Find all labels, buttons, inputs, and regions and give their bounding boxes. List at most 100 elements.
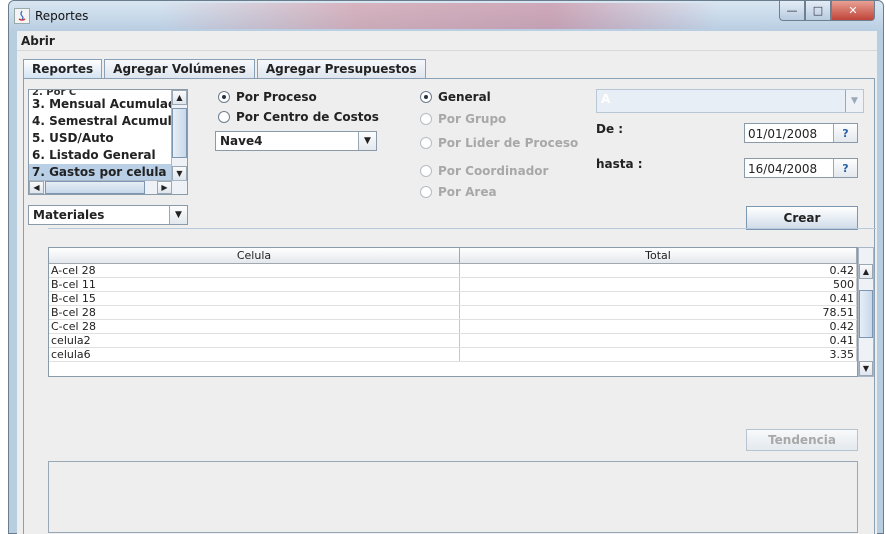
java-icon (14, 8, 30, 24)
radio-por-area[interactable]: Por Area (420, 184, 497, 200)
hasta-date-field[interactable]: 16/04/2008 ? (744, 158, 858, 178)
radio-icon (420, 137, 432, 149)
chevron-down-icon[interactable]: ▼ (169, 206, 187, 224)
scroll-thumb[interactable] (172, 108, 187, 158)
list-item[interactable]: 6. Listado General (29, 147, 187, 164)
radio-por-lider-proceso[interactable]: Por Lider de Proceso (420, 135, 578, 151)
cell-celula: B-cel 15 (49, 292, 460, 305)
minimize-icon: — (786, 4, 798, 17)
list-item[interactable]: 3. Mensual Acumulado (29, 96, 187, 113)
radio-por-grupo[interactable]: Por Grupo (420, 111, 506, 127)
menu-bar: Abrir (17, 31, 877, 51)
table-row[interactable]: celula2 0.41 (49, 334, 857, 348)
table-row[interactable]: B-cel 28 78.51 (49, 306, 857, 320)
table-row[interactable]: celula6 3.35 (49, 348, 857, 362)
scroll-down-icon[interactable]: ▼ (859, 361, 873, 376)
maximize-icon: □ (812, 4, 824, 17)
list-item-selected[interactable]: 7. Gastos por celula (29, 164, 187, 181)
date-picker-icon[interactable]: ? (833, 159, 857, 177)
cell-celula: celula6 (49, 348, 460, 361)
hasta-label: hasta : (596, 157, 643, 171)
list-item[interactable]: 5. USD/Auto (29, 130, 187, 147)
scroll-up-icon[interactable]: ▲ (172, 90, 187, 105)
radio-label: Por Area (438, 185, 497, 199)
table-row[interactable]: B-cel 15 0.41 (49, 292, 857, 306)
radio-icon (218, 111, 230, 123)
results-table: Celula Total A-cel 28 0.42 B-cel 11 500 B-ce… (48, 247, 858, 377)
radio-icon (420, 113, 432, 125)
list-vertical-scrollbar[interactable]: ▲ ▼ (171, 90, 187, 181)
cell-celula: C-cel 28 (49, 320, 460, 333)
cell-total: 0.42 (460, 320, 857, 333)
reportes-panel: 2. Por C 3. Mensual Acumulado 4. Semestr… (23, 78, 876, 534)
nave-combo-value: Nave4 (220, 134, 263, 148)
date-picker-icon[interactable]: ? (833, 124, 857, 142)
chevron-down-icon[interactable]: ▼ (845, 90, 863, 112)
de-label: De : (596, 122, 624, 136)
menu-abrir[interactable]: Abrir (21, 34, 55, 48)
table-body: A-cel 28 0.42 B-cel 11 500 B-cel 15 0.41 B-cel… (49, 264, 857, 362)
maximize-button[interactable]: □ (805, 1, 831, 21)
hscroll-thumb[interactable] (45, 181, 145, 194)
tendencia-button[interactable]: Tendencia (746, 429, 858, 451)
window-controls: — □ ✕ (779, 1, 875, 21)
crear-button[interactable]: Crear (746, 206, 858, 230)
separator (48, 228, 876, 229)
tab-agregar-presupuestos[interactable]: Agregar Presupuestos (256, 59, 426, 79)
filter-combo-value: A (601, 92, 611, 106)
table-scroll-thumb[interactable] (859, 290, 873, 338)
radio-selected-icon (218, 91, 230, 103)
table-row[interactable]: B-cel 11 500 (49, 278, 857, 292)
radio-label: Por Centro de Costos (236, 110, 379, 124)
de-date-value: 01/01/2008 (748, 127, 818, 141)
minimize-button[interactable]: — (779, 1, 805, 21)
column-header-total[interactable]: Total (460, 248, 857, 263)
cell-celula: B-cel 28 (49, 306, 460, 319)
table-row[interactable]: C-cel 28 0.42 (49, 320, 857, 334)
chart-area (48, 461, 858, 533)
list-item[interactable]: 4. Semestral Acumulado (29, 113, 187, 130)
radio-label: General (438, 90, 491, 104)
nave-combo[interactable]: Nave4 ▼ (215, 131, 377, 151)
radio-general[interactable]: General (420, 89, 491, 105)
materiales-combo-value: Materiales (33, 208, 105, 222)
scroll-up-icon[interactable]: ▲ (859, 264, 873, 279)
de-date-field[interactable]: 01/01/2008 ? (744, 123, 858, 143)
radio-por-centro-costos[interactable]: Por Centro de Costos (218, 109, 379, 125)
table-vertical-scrollbar[interactable]: ▲ ▼ (858, 247, 874, 377)
cell-celula: celula2 (49, 334, 460, 347)
cell-celula: B-cel 11 (49, 278, 460, 291)
tab-reportes[interactable]: Reportes (23, 59, 103, 80)
cell-total: 0.41 (460, 292, 857, 305)
client-area: Abrir Reportes Agregar Volúmenes Agregar… (17, 31, 877, 534)
hasta-date-value: 16/04/2008 (748, 162, 818, 176)
radio-por-coordinador[interactable]: Por Coordinador (420, 163, 548, 179)
report-type-list[interactable]: 2. Por C 3. Mensual Acumulado 4. Semestr… (28, 89, 188, 195)
filter-combo[interactable]: A ▼ (596, 89, 864, 113)
radio-icon (420, 165, 432, 177)
close-button[interactable]: ✕ (831, 1, 875, 21)
scroll-right-icon[interactable]: ▶ (157, 181, 172, 194)
tab-agregar-volumenes[interactable]: Agregar Volúmenes (104, 59, 255, 79)
close-icon: ✕ (848, 4, 858, 17)
cell-total: 0.41 (460, 334, 857, 347)
radio-por-proceso[interactable]: Por Proceso (218, 89, 317, 105)
title-bar[interactable]: Reportes — □ ✕ (9, 1, 883, 31)
title-bar-tint (159, 3, 719, 29)
scroll-down-icon[interactable]: ▼ (172, 166, 187, 181)
chevron-down-icon[interactable]: ▼ (358, 132, 376, 150)
app-window: Reportes — □ ✕ Abrir Reportes Agregar Vo… (8, 0, 884, 534)
list-horizontal-scrollbar[interactable]: ◀ ▶ (29, 180, 187, 194)
cell-celula: A-cel 28 (49, 264, 460, 277)
materiales-combo[interactable]: Materiales ▼ (28, 205, 188, 225)
cell-total: 500 (460, 278, 857, 291)
table-row[interactable]: A-cel 28 0.42 (49, 264, 857, 278)
scroll-left-icon[interactable]: ◀ (29, 181, 44, 194)
radio-label: Por Coordinador (438, 164, 549, 178)
column-header-celula[interactable]: Celula (49, 248, 460, 263)
window-title: Reportes (35, 9, 89, 23)
cell-total: 3.35 (460, 348, 857, 361)
radio-label: Por Grupo (438, 112, 507, 126)
radio-label: Por Lider de Proceso (438, 136, 579, 150)
cell-total: 0.42 (460, 264, 857, 277)
